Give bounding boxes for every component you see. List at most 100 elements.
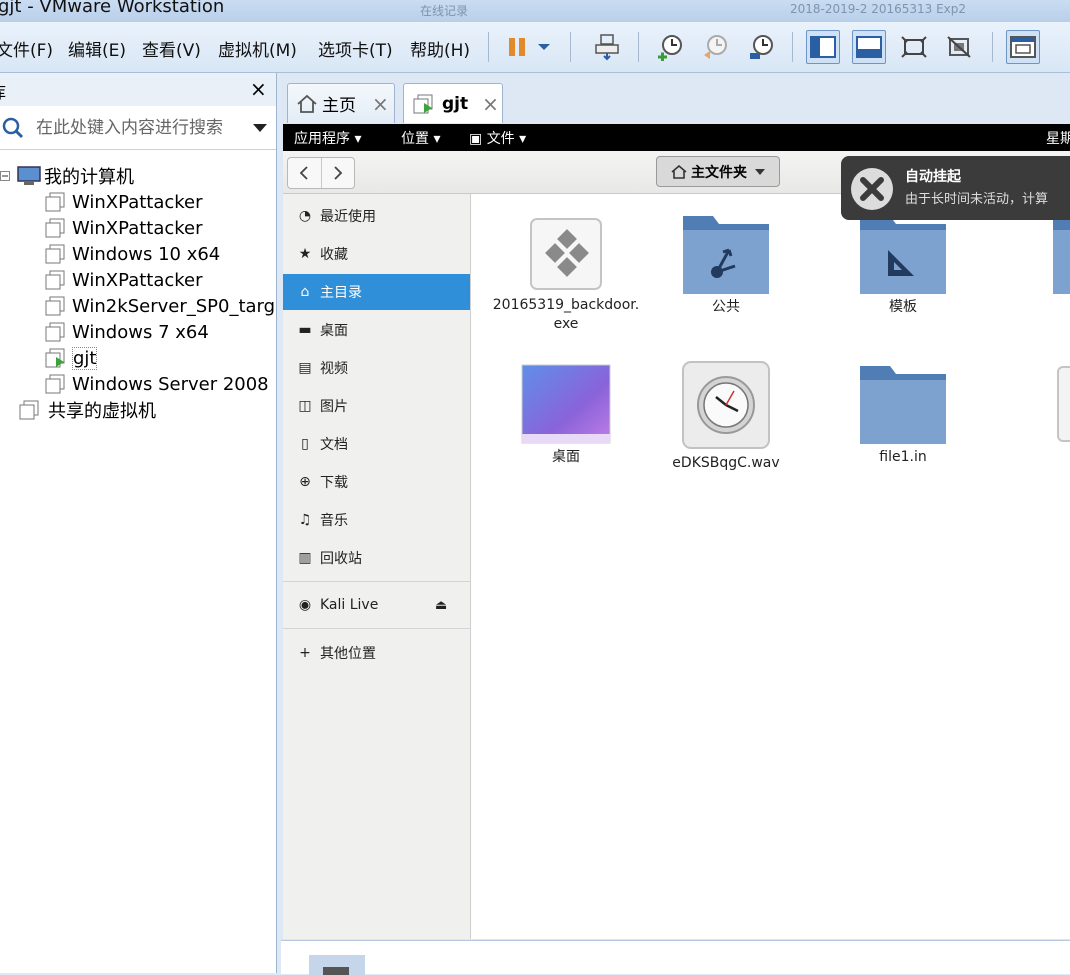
sidebar-item-label: 桌面 [320,323,348,339]
library-search [0,107,276,150]
toolbar-divider [488,32,489,62]
file-item-file1-in[interactable]: file1.in [828,364,978,467]
toolbar-divider [638,32,639,62]
computer-icon [17,166,41,185]
power-dropdown-button[interactable] [532,30,556,64]
file-item-partial-folder[interactable] [1053,214,1070,294]
eject-icon[interactable]: ⏏ [435,598,447,613]
collapse-icon[interactable] [0,171,10,181]
document-icon: ▯ [301,436,309,452]
search-dropdown-icon[interactable] [252,123,268,133]
window-title: gjt - VMware Workstation [0,0,225,17]
file-item-public[interactable]: 公共 [651,214,801,317]
tab-gjt-close[interactable]: × [482,92,499,116]
vm-icon [45,218,65,238]
thumbnail-bar-button[interactable] [852,30,886,64]
library-title: 库 [0,79,6,103]
toolbar-divider [992,32,993,62]
gnome-files-menu[interactable]: ▣ 文件 ▾ [469,128,526,148]
file-item-partial[interactable] [1057,366,1070,442]
notification-title: 自动挂起 [905,169,961,185]
shared-vm-icon [19,400,39,420]
library-search-input[interactable] [34,116,243,140]
tree-vm-item[interactable]: Windows 10 x64 [44,242,220,266]
sidebar-item-home[interactable]: ⌂ 主目录 [283,274,470,310]
file-item-templates[interactable]: 模板 [828,214,978,317]
file-item-wav[interactable]: eDKSBqgC.wav [651,360,801,473]
gnome-apps-menu[interactable]: 应用程序 ▾ [294,128,361,148]
sidebar-item-other-locations[interactable]: + 其他位置 [283,635,470,671]
vm-thumbnail[interactable] [309,955,365,975]
pause-button[interactable] [500,30,534,64]
tree-vm-item[interactable]: WinXPattacker [44,190,203,214]
gnome-places-menu[interactable]: 位置 ▾ [401,128,440,148]
tree-vm-item[interactable]: WinXPattacker [44,216,203,240]
home-icon [297,94,317,113]
sidebar-item-kali-live[interactable]: ◉ Kali Live ⏏ [283,587,470,623]
show-library-button[interactable] [806,30,840,64]
file-item-backdoor-exe[interactable]: 20165319_backdoor. exe [491,216,641,334]
tab-gjt[interactable]: gjt × [403,83,503,123]
file-name: 模板 [889,299,917,315]
tree-vm-item[interactable]: WinXPattacker [44,268,203,292]
forward-button[interactable] [322,158,355,188]
unity-button[interactable] [942,30,976,64]
menu-tabs[interactable]: 选项卡(T) [318,36,393,61]
thumbnail-screen-icon [323,967,349,975]
gnome-clock[interactable]: 星期 [1046,128,1070,148]
tab-home-label: 主页 [322,96,356,116]
sidebar-item-label: 文档 [320,437,348,453]
guest-screen[interactable]: 应用程序 ▾ 位置 ▾ ▣ 文件 ▾ 星期 主文件夹 ◔ 最近使用 ★ 收藏 ⌂ 主目… [283,124,1070,939]
search-icon[interactable] [2,117,24,139]
menu-help[interactable]: 帮助(H) [410,36,470,61]
snapshot-manager-button[interactable] [744,30,778,64]
tree-vm-item[interactable]: gjt [44,346,98,370]
audio-clock-icon [682,361,770,449]
library-panel-icon [810,36,836,58]
file-name: eDKSBqgC.wav [672,455,780,471]
chevron-left-icon [299,166,308,180]
sidebar-item-downloads[interactable]: ⊕ 下载 [283,464,470,500]
sidebar-item-label: 主目录 [320,285,362,301]
close-circle-icon[interactable] [849,166,895,212]
menu-edit[interactable]: 编辑(E) [68,36,126,61]
sidebar-item-pictures[interactable]: ◫ 图片 [283,388,470,424]
tree-vm-label: gjt [72,346,98,370]
chevron-down-icon [755,168,765,175]
tree-vm-label: Windows 10 x64 [72,243,221,265]
take-snapshot-button[interactable] [653,30,687,64]
sidebar-item-desktop[interactable]: ▬ 桌面 [283,312,470,348]
sidebar-item-videos[interactable]: ▤ 视频 [283,350,470,386]
sidebar-item-documents[interactable]: ▯ 文档 [283,426,470,462]
public-folder-icon [683,216,769,294]
menu-vm[interactable]: 虚拟机(M) [218,36,297,61]
path-bar-home-button[interactable]: 主文件夹 [656,156,780,187]
tree-shared-vms[interactable]: 共享的虚拟机 [18,398,156,422]
console-view-button[interactable] [1006,30,1040,64]
tree-vm-item[interactable]: Windows 7 x64 [44,320,209,344]
toolbar-divider [792,32,793,62]
send-keys-button[interactable] [590,30,624,64]
tree-vm-item[interactable]: Windows Server 2008 R2 [44,372,276,396]
fullscreen-button[interactable] [897,30,931,64]
sidebar-item-starred[interactable]: ★ 收藏 [283,236,470,272]
sidebar-item-trash[interactable]: ▥ 回收站 [283,540,470,576]
snapshot-clock-icon [658,35,682,61]
file-item-desktop[interactable]: 桌面 [491,364,641,467]
plus-icon: + [299,645,311,661]
tree-my-computer[interactable]: 我的计算机 [0,164,134,188]
disc-icon: ◉ [298,597,312,613]
sidebar-item-recent[interactable]: ◔ 最近使用 [283,198,470,234]
tab-home[interactable]: 主页 × [287,83,395,123]
places-sidebar: ◔ 最近使用 ★ 收藏 ⌂ 主目录 ▬ 桌面 ▤ 视频 ◫ 图片 ▯ 文档 ⊕ 下载 ♫ 音乐 ▥… [283,194,471,939]
suspend-notification[interactable]: 自动挂起 由于长时间未活动，计算 [841,156,1070,220]
back-button[interactable] [288,158,322,188]
sidebar-item-music[interactable]: ♫ 音乐 [283,502,470,538]
menu-view[interactable]: 查看(V) [142,36,201,61]
menu-file[interactable]: 文件(F) [0,36,53,61]
menu-toolbar: 文件(F) 编辑(E) 查看(V) 虚拟机(M) 选项卡(T) 帮助(H) [0,22,1070,73]
tree-vm-item[interactable]: Win2kServer_SP0_target [44,294,276,318]
revert-snapshot-button[interactable] [698,30,732,64]
tab-home-close[interactable]: × [372,92,389,116]
library-close-button[interactable]: × [250,77,267,101]
